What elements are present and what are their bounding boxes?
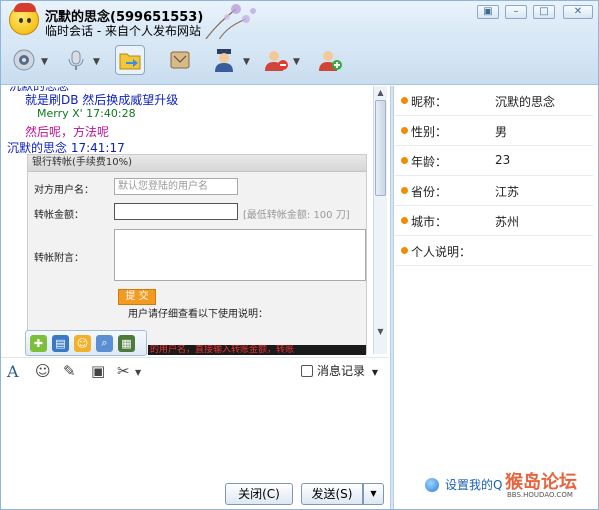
profile-label: 城市： — [411, 215, 448, 229]
bullet-icon — [401, 157, 408, 164]
send-options-icon[interactable]: ▼ — [363, 483, 384, 505]
image-icon[interactable]: ▦ — [118, 334, 135, 352]
chat-scrollbar[interactable]: ▲ ▼ — [373, 86, 387, 354]
amount-field — [114, 203, 238, 220]
avatar-eye-left — [19, 18, 23, 23]
profile-row-nickname: 昵称： 沉默的思念 — [395, 86, 593, 116]
voice-dropdown-icon[interactable]: ▼ — [93, 57, 100, 67]
profile-row-city: 城市： 苏州 — [395, 206, 593, 236]
bullet-icon — [401, 187, 408, 194]
profile-row-gender: 性别： 男 — [395, 116, 593, 146]
scroll-up-icon[interactable]: ▲ — [375, 87, 386, 99]
note-field — [114, 229, 366, 281]
scissors-dropdown-icon[interactable]: ▼ — [135, 368, 141, 377]
bullet-icon — [401, 127, 408, 134]
send-file-icon[interactable] — [115, 45, 145, 75]
profile-row-province: 省份： 江苏 — [395, 176, 593, 206]
image-icon[interactable]: ▣ — [91, 362, 105, 380]
chat-window: 沉默的思念(599651553) 临时会话 - 来自个人发布网站 ▣ – □ ✕… — [0, 0, 599, 510]
chat-message: 然后呢，方法呢 — [25, 125, 110, 139]
remote-dropdown-icon[interactable]: ▼ — [243, 57, 250, 67]
profile-label: 昵称： — [411, 95, 448, 109]
edit-icon[interactable]: ✎ — [63, 362, 76, 380]
smile-face-icon[interactable]: ☺ — [74, 334, 91, 352]
video-dropdown-icon[interactable]: ▼ — [41, 57, 48, 67]
send-button[interactable]: 发送(S) — [301, 483, 363, 505]
history-icon — [301, 365, 313, 377]
profile-row-bio: 个人说明： — [395, 236, 593, 266]
form-header: 银行转帐(手续费10%) — [28, 155, 366, 172]
panel-divider[interactable] — [390, 86, 394, 509]
globe-icon — [425, 478, 439, 492]
note-label: 转帐附言： — [34, 253, 84, 264]
scroll-down-icon[interactable]: ▼ — [375, 326, 386, 338]
emoji-icon[interactable]: ☺ — [35, 362, 51, 380]
watermark-url: BBS.HOUDAO.COM — [507, 491, 573, 499]
font-icon[interactable]: A — [7, 362, 19, 381]
profile-value: 江苏 — [495, 185, 520, 199]
video-call-icon[interactable] — [9, 45, 39, 75]
profile-value: 沉默的思念 — [495, 95, 556, 109]
amount-hint: [最低转帐金额: 100 刀] — [243, 210, 350, 221]
profile-label: 省份： — [411, 185, 448, 199]
profile-value: 男 — [495, 125, 508, 139]
history-dropdown-icon: ▼ — [371, 368, 378, 377]
bottom-bar: 关闭(C) 发送(S) ▼ — [1, 479, 389, 509]
avatar-hat — [14, 3, 36, 12]
magnifier-icon[interactable]: ⌕ — [96, 334, 113, 352]
usage-text: 的用户名，直接输入转账金额，转账 — [148, 345, 366, 355]
close-window-button[interactable]: ✕ — [563, 5, 593, 19]
message-history-button[interactable]: 消息记录 ▼ — [301, 362, 378, 379]
remote-assist-icon[interactable] — [209, 45, 239, 75]
payee-field: 默认您登陆的用户名 — [114, 178, 238, 195]
maximize-button[interactable]: □ — [533, 5, 555, 19]
skin-button[interactable]: ▣ — [477, 5, 499, 19]
close-button[interactable]: 关闭(C) — [225, 483, 293, 505]
message-header: Merry X' 17:40:28 — [37, 107, 136, 120]
app-box-icon[interactable] — [165, 45, 195, 75]
profile-value: 23 — [495, 153, 511, 167]
payee-label: 对方用户名： — [34, 185, 94, 196]
bullet-icon — [401, 217, 408, 224]
set-q-link[interactable]: 设置我的Q — [445, 476, 502, 493]
profile-panel: 昵称： 沉默的思念 性别： 男 年龄： 23 省份： 江苏 城市： 苏州 个人说… — [395, 86, 598, 509]
usage-note: 用户请仔细查看以下使用说明： — [128, 309, 268, 320]
microphone-icon[interactable] — [61, 45, 91, 75]
puzzle-icon[interactable]: ✚ — [30, 334, 47, 352]
contact-avatar[interactable] — [9, 3, 39, 35]
scroll-thumb[interactable] — [375, 100, 386, 196]
avatar-eye-right — [27, 18, 31, 23]
amount-label: 转帐金额： — [34, 210, 84, 221]
chat-message: 就是刷DB 然后换成威望升级 — [25, 93, 179, 107]
bullet-icon — [401, 247, 408, 254]
profile-label: 年龄： — [411, 155, 448, 169]
bullet-icon — [401, 97, 408, 104]
profile-value: 苏州 — [495, 215, 520, 229]
history-label: 消息记录 — [317, 364, 366, 378]
title-bar[interactable]: 沉默的思念(599651553) 临时会话 - 来自个人发布网站 ▣ – □ ✕ — [1, 1, 598, 46]
profile-label: 个人说明： — [411, 245, 472, 259]
add-contact-icon[interactable] — [315, 45, 345, 75]
profile-row-age: 年龄： 23 — [395, 146, 593, 176]
profile-label: 性别： — [411, 125, 448, 139]
session-subtitle: 临时会话 - 来自个人发布网站 — [45, 24, 201, 38]
input-toolbar: A ☺ ✎ ▣ ✂ ▼ 消息记录 ▼ — [1, 357, 389, 383]
main-toolbar: ▼ ▼ ▼ ▼ — [1, 39, 598, 85]
minimize-button[interactable]: – — [505, 5, 527, 19]
contact-dropdown-icon[interactable]: ▼ — [293, 57, 300, 67]
transfer-form-image: 银行转帐(手续费10%) 对方用户名： 默认您登陆的用户名 转帐金额： [最低转… — [27, 154, 367, 355]
quick-app-popup: ✚ ▤ ☺ ⌕ ▦ — [25, 330, 147, 356]
form-submit-button: 提 交 — [118, 289, 156, 305]
screenshot-scissors-icon[interactable]: ✂ — [117, 362, 130, 380]
remove-contact-icon[interactable] — [261, 45, 291, 75]
notebook-icon[interactable]: ▤ — [52, 334, 69, 352]
message-input[interactable] — [1, 383, 389, 479]
